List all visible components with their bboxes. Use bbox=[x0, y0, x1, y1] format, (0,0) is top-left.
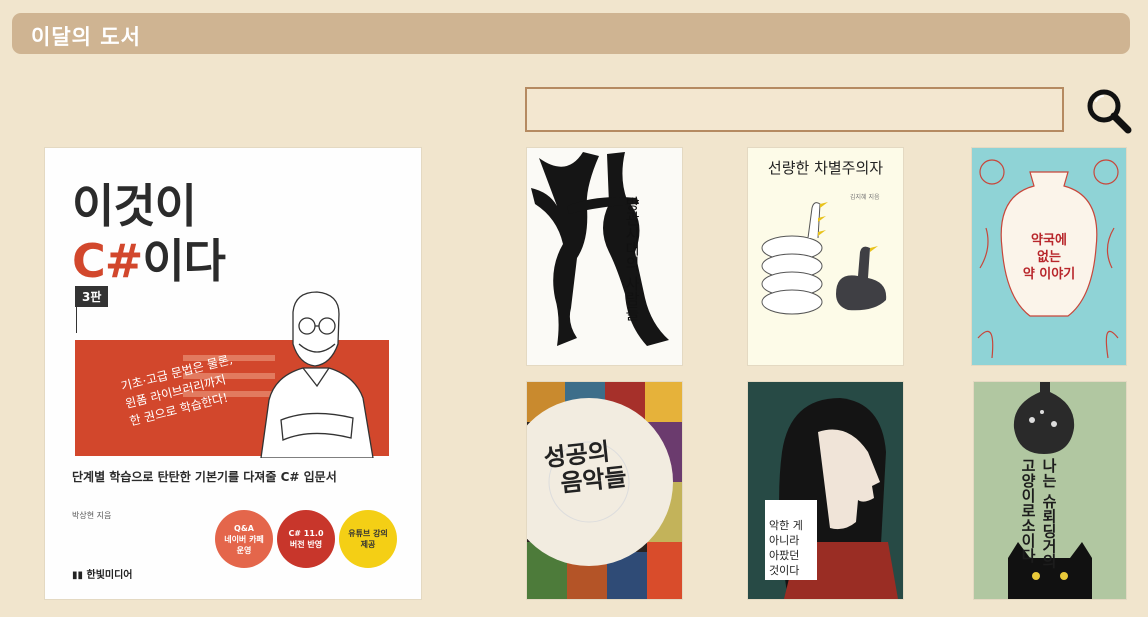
book-cover-4[interactable]: 성공의 음악들 bbox=[527, 382, 682, 599]
section-header: 이달의 도서 bbox=[12, 13, 1130, 54]
dancers-illustration bbox=[531, 152, 669, 346]
book-cover-3[interactable]: 약국에 없는 약 이야기 bbox=[972, 148, 1126, 365]
divider bbox=[76, 305, 77, 333]
book-cover-2[interactable]: 선량한 차별주의자 김지혜 지음 bbox=[748, 148, 903, 365]
featured-title-line2: C#이다 bbox=[72, 225, 226, 291]
featured-edition-badge: 3판 bbox=[75, 286, 109, 307]
magnifier-icon bbox=[1087, 89, 1132, 134]
search-input[interactable] bbox=[525, 87, 1064, 132]
book-1-title: 방관시대의 사람들 bbox=[623, 196, 641, 321]
book-cover-1[interactable]: 방관시대의 사람들 bbox=[527, 148, 682, 365]
featured-publisher: ▮▮ 한빛미디어 bbox=[72, 570, 133, 581]
book-6-title: 나는 슈뢰딩거의 고양이로소이다 bbox=[1019, 458, 1058, 569]
featured-title-rest: 이다 bbox=[142, 234, 226, 288]
book-4-title: 성공의 음악들 bbox=[542, 436, 628, 498]
book-5-title: 악한 게 아니라 아팠던 것이다 bbox=[769, 519, 803, 577]
featured-author: 박상현 지음 bbox=[72, 511, 112, 520]
search-button[interactable] bbox=[1083, 85, 1133, 135]
badge-qna: Q&A 네이버 카페 운영 bbox=[215, 510, 273, 568]
section-title: 이달의 도서 bbox=[31, 25, 141, 49]
book-cover-6[interactable]: 나는 슈뢰딩거의 고양이로소이다 bbox=[974, 382, 1126, 599]
featured-book-cover[interactable]: 이것이 C#이다 3판 기초·고급 문법은 물론, 윈폼 라이브러리까지 한 권… bbox=[45, 148, 421, 599]
publisher-logo-icon: ▮▮ bbox=[72, 570, 87, 581]
geese-illustration bbox=[761, 202, 887, 315]
featured-subtitle: 단계별 학습으로 탄탄한 기본기를 다져줄 C# 입문서 bbox=[72, 470, 337, 484]
badge-youtube: 유튜브 강의 제공 bbox=[339, 510, 397, 568]
author-illustration bbox=[260, 291, 374, 458]
book-3-title: 약국에 없는 약 이야기 bbox=[1022, 233, 1076, 282]
featured-title-accent: C# bbox=[72, 234, 143, 288]
badge-version: C# 11.0 버전 반영 bbox=[277, 510, 335, 568]
book-cover-5[interactable]: 악한 게 아니라 아팠던 것이다 bbox=[748, 382, 903, 599]
